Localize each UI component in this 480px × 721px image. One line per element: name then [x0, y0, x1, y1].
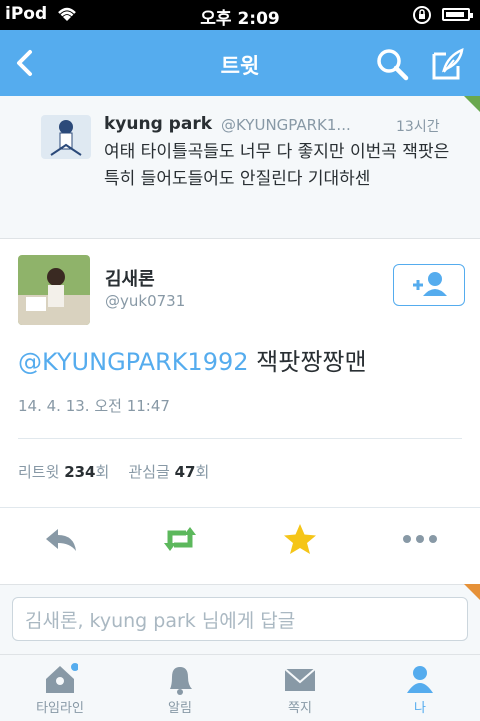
retweets-count: 234	[64, 463, 96, 481]
retweet-icon[interactable]	[160, 521, 200, 557]
tweet-text: 여태 타이틀곡들도 너무 다 좋지만 이번곡 잭팟은 특히 들어도들어도 안질린…	[104, 142, 450, 189]
tab-me[interactable]: 나	[360, 655, 480, 721]
reply-input[interactable]: 김새론, kyung park 님에게 답글	[12, 597, 468, 641]
bell-icon	[162, 663, 198, 695]
reply-icon[interactable]	[42, 521, 82, 557]
tweet-body: 잭팟짱짱맨	[256, 348, 367, 376]
retweets-stat[interactable]: 리트윗 234회	[18, 463, 109, 481]
favorites-count: 47	[174, 463, 196, 481]
tweet-time: 13시간	[396, 119, 440, 135]
rotation-lock-icon	[412, 5, 432, 30]
compose-icon[interactable]	[430, 46, 466, 82]
tab-messages[interactable]: 쪽지	[240, 655, 360, 721]
clock: 오후 2:09	[200, 9, 280, 29]
nav-bar: 트윗	[0, 30, 480, 96]
tweet-stats: 리트윗 234회 관심글 47회	[18, 461, 209, 482]
author-handle[interactable]: @yuk0731	[105, 292, 185, 310]
mention-link[interactable]: @KYUNGPARK1992	[18, 348, 249, 376]
tab-label: 나	[414, 701, 426, 716]
tab-notifications[interactable]: 알림	[120, 655, 240, 721]
search-icon[interactable]	[374, 46, 410, 82]
envelope-icon	[282, 663, 318, 695]
tab-label: 쪽지	[288, 701, 312, 716]
divider	[18, 438, 462, 439]
reply-area: 김새론, kyung park 님에게 답글	[0, 584, 480, 655]
tweet-text: @KYUNGPARK1992 잭팟짱짱맨	[18, 342, 367, 377]
author-name[interactable]: kyung park	[104, 114, 212, 134]
battery-icon	[442, 8, 473, 21]
more-icon[interactable]	[400, 521, 440, 557]
home-icon	[42, 663, 79, 695]
status-bar: iPod 오후 2:09	[0, 0, 480, 30]
parent-tweet[interactable]: kyung park @KYUNGPARK1... 13시간 여태 타이틀곡들도…	[0, 96, 480, 239]
favorites-stat[interactable]: 관심글 47회	[128, 463, 209, 481]
divider	[0, 507, 480, 508]
tab-timeline[interactable]: 타임라인	[0, 655, 120, 721]
avatar[interactable]	[18, 255, 90, 325]
author-handle[interactable]: @KYUNGPARK1...	[221, 116, 351, 134]
tweet-date: 14. 4. 13. 오전 11:47	[18, 397, 170, 415]
main-tweet: 김새론 @yuk0731 @KYUNGPARK1992 잭팟짱짱맨 14. 4.…	[0, 239, 480, 584]
follow-button[interactable]	[393, 264, 465, 306]
person-icon	[402, 663, 438, 695]
tab-label: 타임라인	[36, 701, 84, 716]
add-user-icon	[413, 272, 447, 296]
corner-badge	[464, 96, 480, 112]
favorite-star-icon[interactable]	[280, 521, 320, 557]
avatar[interactable]	[41, 115, 91, 159]
tab-label: 알림	[168, 701, 192, 716]
corner-badge	[464, 584, 480, 600]
author-name[interactable]: 김새론	[105, 265, 155, 291]
tab-bar: 타임라인 알림 쪽지 나	[0, 654, 480, 721]
